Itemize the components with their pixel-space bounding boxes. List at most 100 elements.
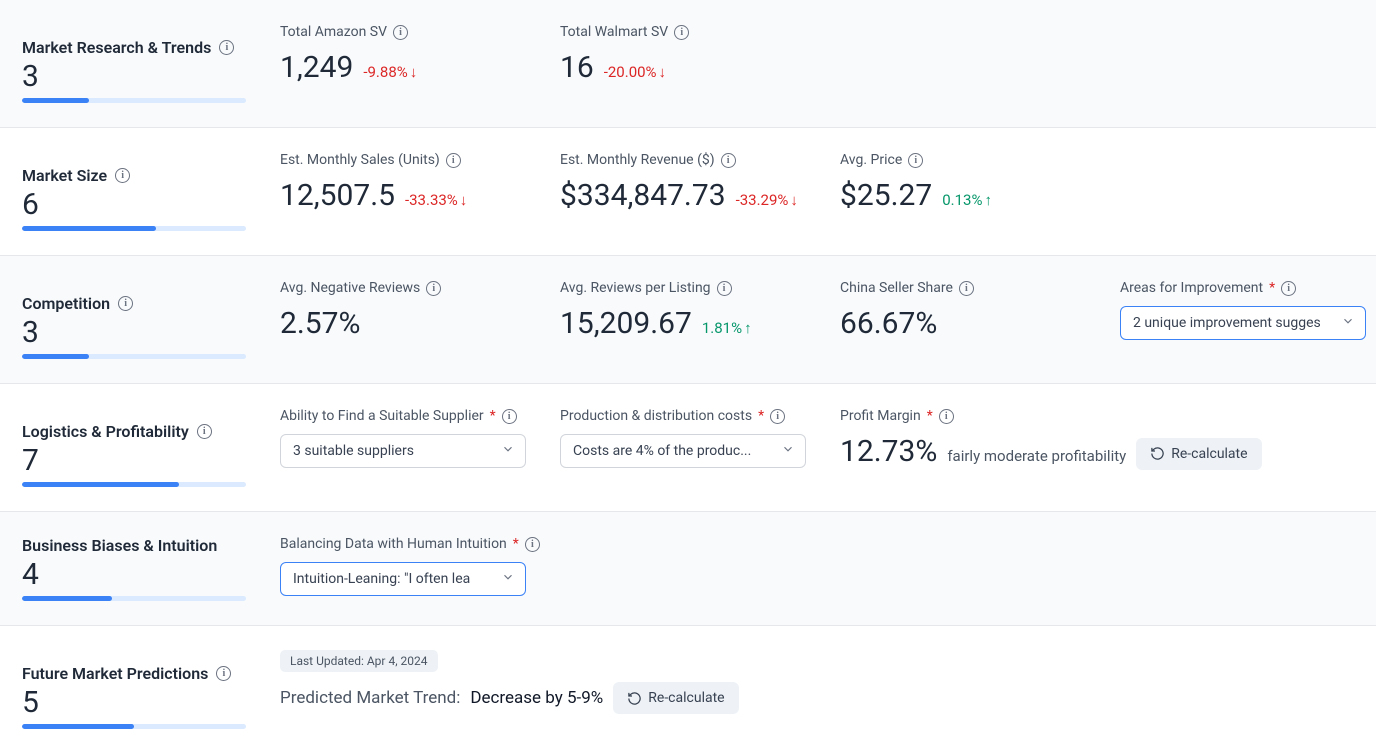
- metric-label: China Seller Share: [840, 280, 953, 296]
- metric-value: $334,847.73: [560, 178, 726, 213]
- metric-china-seller-share: China Seller Share i 66.67%: [840, 280, 1120, 359]
- metric-delta: -9.88%: [363, 63, 417, 81]
- metric-value: $25.27: [840, 178, 932, 213]
- metric-balancing: Balancing Data with Human Intuition * i …: [280, 536, 560, 601]
- metric-negative-reviews: Avg. Negative Reviews i 2.57%: [280, 280, 560, 359]
- metric-profit-margin: Profit Margin * i 12.73% fairly moderate…: [840, 408, 1262, 487]
- costs-dropdown[interactable]: Costs are 4% of the produc...: [560, 434, 806, 468]
- metric-label: Balancing Data with Human Intuition: [280, 536, 507, 552]
- section-title-row: Competition i: [22, 294, 280, 313]
- metric-label: Avg. Negative Reviews: [280, 280, 420, 296]
- section-title: Competition: [22, 294, 110, 313]
- metric-label: Est. Monthly Sales (Units): [280, 152, 440, 168]
- metric-label: Areas for Improvement: [1120, 280, 1263, 296]
- info-icon[interactable]: i: [502, 409, 517, 424]
- metric-improvement: Areas for Improvement * i 2 unique impro…: [1120, 280, 1370, 359]
- info-icon[interactable]: i: [908, 153, 923, 168]
- required-asterisk: *: [513, 536, 519, 552]
- info-icon[interactable]: i: [115, 168, 130, 183]
- metric-label: Ability to Find a Suitable Supplier: [280, 408, 484, 424]
- info-icon[interactable]: i: [446, 153, 461, 168]
- progress-bar: [22, 354, 246, 359]
- section-title: Market Size: [22, 166, 107, 185]
- metric-value: 66.67%: [840, 306, 937, 341]
- info-icon[interactable]: i: [216, 666, 231, 681]
- section-bias: Business Biases & Intuition 4 Balancing …: [0, 512, 1376, 626]
- info-icon[interactable]: i: [717, 281, 732, 296]
- progress-bar: [22, 98, 246, 103]
- margin-note: fairly moderate profitability: [947, 447, 1126, 465]
- info-icon[interactable]: i: [197, 424, 212, 439]
- supplier-dropdown[interactable]: 3 suitable suppliers: [280, 434, 526, 468]
- metric-label: Avg. Reviews per Listing: [560, 280, 711, 296]
- info-icon[interactable]: i: [118, 296, 133, 311]
- section-title: Future Market Predictions: [22, 664, 208, 683]
- info-icon[interactable]: i: [525, 537, 540, 552]
- improvement-dropdown[interactable]: 2 unique improvement sugges: [1120, 306, 1366, 340]
- metrics-row: Total Amazon SV i 1,249 -9.88% Total Wal…: [280, 24, 1376, 103]
- section-title-row: Business Biases & Intuition: [22, 536, 280, 555]
- chevron-down-icon: [501, 442, 515, 460]
- refresh-icon: [627, 691, 642, 706]
- metric-monthly-sales: Est. Monthly Sales (Units) i 12,507.5 -3…: [280, 152, 560, 231]
- side-panel: Future Market Predictions i 5: [22, 650, 280, 729]
- info-icon[interactable]: i: [674, 25, 689, 40]
- metric-value: 1,249: [280, 50, 353, 85]
- metric-delta: -33.29%: [736, 191, 798, 209]
- metrics-row: Balancing Data with Human Intuition * i …: [280, 536, 1376, 601]
- metric-avg-price: Avg. Price i $25.27 0.13%: [840, 152, 1120, 231]
- section-title-row: Market Research & Trends i: [22, 38, 280, 57]
- recalculate-button[interactable]: Re-calculate: [613, 682, 738, 714]
- metric-supplier: Ability to Find a Suitable Supplier * i …: [280, 408, 560, 487]
- required-asterisk: *: [758, 408, 764, 424]
- section-market-research: Market Research & Trends i 3 Total Amazo…: [0, 0, 1376, 128]
- section-score: 6: [22, 187, 280, 222]
- metric-costs: Production & distribution costs * i Cost…: [560, 408, 840, 487]
- info-icon[interactable]: i: [959, 281, 974, 296]
- section-score: 3: [22, 315, 280, 350]
- metric-value: 12,507.5: [280, 178, 395, 213]
- balancing-dropdown[interactable]: Intuition-Leaning: "I often lea: [280, 562, 526, 596]
- info-icon[interactable]: i: [1281, 281, 1296, 296]
- section-logistics: Logistics & Profitability i 7 Ability to…: [0, 384, 1376, 512]
- metric-total-amazon-sv: Total Amazon SV i 1,249 -9.88%: [280, 24, 560, 103]
- side-panel: Logistics & Profitability i 7: [22, 408, 280, 487]
- info-icon[interactable]: i: [219, 40, 234, 55]
- metric-label: Avg. Price: [840, 152, 902, 168]
- section-score: 5: [22, 685, 280, 720]
- refresh-icon: [1150, 446, 1165, 461]
- section-title-row: Logistics & Profitability i: [22, 422, 280, 441]
- predicted-value: Decrease by 5-9%: [470, 688, 603, 708]
- progress-fill: [22, 482, 179, 487]
- predicted-label: Predicted Market Trend:: [280, 688, 460, 708]
- metric-label: Total Walmart SV: [560, 24, 668, 40]
- metric-delta: -33.33%: [405, 191, 467, 209]
- section-market-size: Market Size i 6 Est. Monthly Sales (Unit…: [0, 128, 1376, 256]
- metric-delta: -20.00%: [604, 63, 666, 81]
- section-competition: Competition i 3 Avg. Negative Reviews i …: [0, 256, 1376, 384]
- section-title: Business Biases & Intuition: [22, 536, 217, 555]
- metric-label: Total Amazon SV: [280, 24, 387, 40]
- info-icon[interactable]: i: [939, 409, 954, 424]
- metrics-row: Avg. Negative Reviews i 2.57% Avg. Revie…: [280, 280, 1376, 359]
- recalculate-button[interactable]: Re-calculate: [1136, 438, 1261, 470]
- side-panel: Market Research & Trends i 3: [22, 24, 280, 103]
- side-panel: Competition i 3: [22, 280, 280, 359]
- chevron-down-icon: [1341, 314, 1355, 332]
- info-icon[interactable]: i: [770, 409, 785, 424]
- last-updated-pill: Last Updated: Apr 4, 2024: [280, 650, 438, 672]
- progress-fill: [22, 596, 112, 601]
- info-icon[interactable]: i: [721, 153, 736, 168]
- info-icon[interactable]: i: [426, 281, 441, 296]
- progress-bar: [22, 226, 246, 231]
- metric-value: 2.57%: [280, 306, 360, 341]
- section-title-row: Future Market Predictions i: [22, 664, 280, 683]
- metric-delta: 0.13%: [942, 191, 992, 209]
- metric-label: Production & distribution costs: [560, 408, 752, 424]
- section-title: Market Research & Trends: [22, 38, 211, 57]
- metric-label: Est. Monthly Revenue ($): [560, 152, 715, 168]
- info-icon[interactable]: i: [393, 25, 408, 40]
- progress-bar: [22, 596, 246, 601]
- progress-bar: [22, 724, 246, 729]
- metric-monthly-revenue: Est. Monthly Revenue ($) i $334,847.73 -…: [560, 152, 840, 231]
